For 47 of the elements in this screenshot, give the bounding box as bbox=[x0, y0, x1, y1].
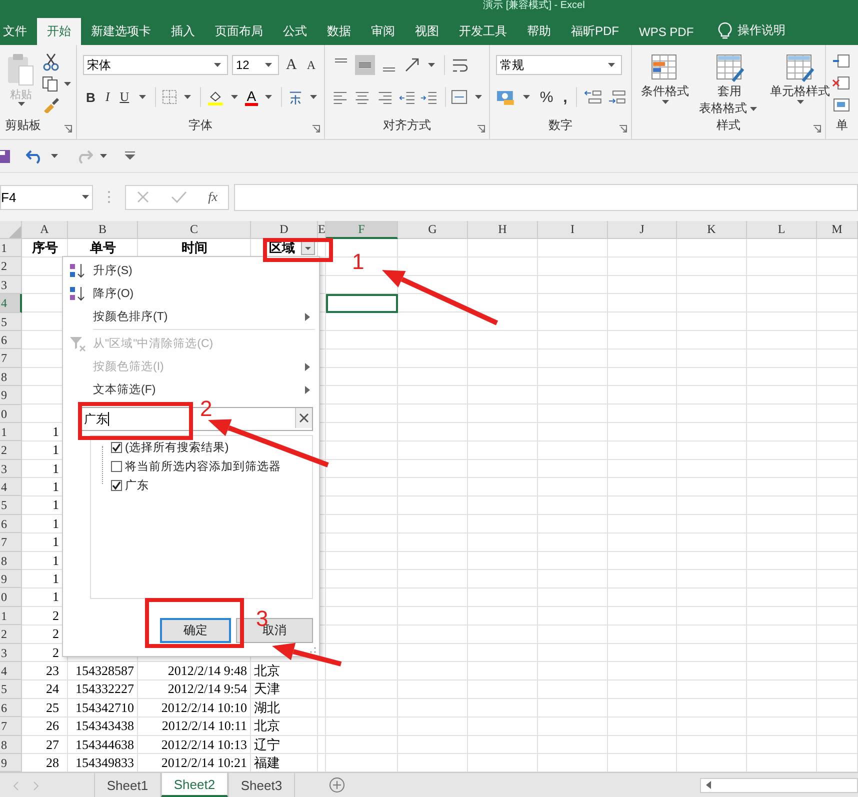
header-cell-text: 单号 bbox=[90, 239, 116, 258]
table-cell-text: 1 bbox=[52, 552, 60, 570]
table-cell-text: 北京 bbox=[253, 662, 281, 680]
group-label: 数字 bbox=[548, 117, 572, 134]
table-cell-text: 154342710 bbox=[74, 698, 135, 717]
table-cell-text: 2012/2/14 9:54 bbox=[166, 680, 248, 698]
table-cell-text: 1 bbox=[52, 422, 60, 441]
group-label: 样式 bbox=[716, 117, 740, 134]
table-cell-text: 1 bbox=[52, 478, 60, 496]
table-cell-text: 2012/2/14 10:10 bbox=[160, 698, 248, 717]
header-cell-text: 序号 bbox=[32, 239, 58, 258]
table-cell-text: 湖北 bbox=[253, 698, 281, 717]
table-cell-text: 154349833 bbox=[74, 754, 135, 772]
group-label: 单 bbox=[836, 117, 848, 134]
table-cell-text: 1 bbox=[52, 588, 60, 606]
table-cell-text: 2012/2/14 10:13 bbox=[160, 736, 248, 754]
table-cell-text: 2012/2/14 9:48 bbox=[166, 662, 248, 680]
table-cell-text: 24 bbox=[45, 680, 60, 698]
step-number: 1 bbox=[352, 250, 364, 274]
table-cell-text: 2 bbox=[52, 606, 60, 625]
table-cell-text: 23 bbox=[45, 662, 60, 680]
table-cell-text: 26 bbox=[45, 717, 60, 736]
table-cell-text: 1 bbox=[52, 514, 60, 533]
table-cell-text: 2012/2/14 10:21 bbox=[160, 754, 248, 772]
table-cell-text: 28 bbox=[45, 754, 60, 772]
group-label: 对齐方式 bbox=[383, 117, 431, 134]
table-cell-text: 27 bbox=[45, 736, 60, 754]
table-cell-text: 辽宁 bbox=[253, 736, 281, 754]
table-cell-text: 1 bbox=[52, 441, 60, 460]
table-cell-text: 2 bbox=[52, 625, 60, 644]
table-cell-text: 154344638 bbox=[74, 736, 135, 754]
table-cell-text: 福建 bbox=[253, 754, 281, 772]
table-cell-text: 1 bbox=[52, 570, 60, 588]
header-cell-text: 时间 bbox=[182, 239, 208, 258]
table-cell-text: 1 bbox=[52, 496, 60, 514]
group-label: 剪贴板 bbox=[5, 117, 41, 134]
table-cell-text: 天津 bbox=[253, 680, 281, 698]
table-cell-text: 154328587 bbox=[74, 662, 135, 680]
table-cell-text: 154332227 bbox=[74, 680, 135, 698]
table-cell-text: 北京 bbox=[253, 717, 281, 736]
table-cell-text: 2012/2/14 10:11 bbox=[160, 717, 248, 736]
table-cell-text: 1 bbox=[52, 460, 60, 478]
group-label: 字体 bbox=[188, 117, 212, 134]
table-cell-text: 2 bbox=[52, 644, 60, 662]
table-cell-text: 154343438 bbox=[74, 717, 135, 736]
table-cell-text: 25 bbox=[45, 698, 60, 717]
table-cell-text: 1 bbox=[52, 533, 60, 552]
